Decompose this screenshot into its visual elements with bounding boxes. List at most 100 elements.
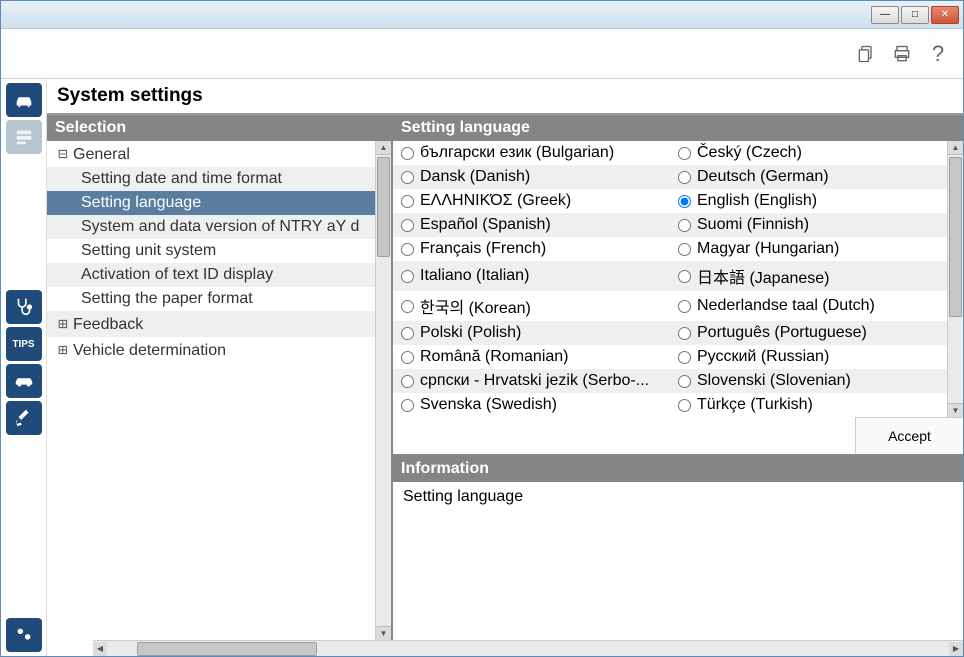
language-radio[interactable]	[678, 300, 691, 313]
tree-item[interactable]: Setting unit system	[47, 239, 375, 263]
language-label: Nederlandse taal (Dutch)	[697, 297, 875, 315]
top-toolbar: ?	[1, 29, 963, 79]
language-option[interactable]: 日本語 (Japanese)	[670, 261, 947, 291]
language-radio[interactable]	[678, 270, 691, 283]
language-label: Français (French)	[420, 240, 546, 258]
tree-item[interactable]: Setting date and time format	[47, 167, 375, 191]
language-label: Slovenski (Slovenian)	[697, 372, 851, 390]
accept-bar: Accept	[393, 417, 963, 456]
language-label: Dansk (Danish)	[420, 168, 530, 186]
language-radio[interactable]	[401, 270, 414, 283]
language-label: Suomi (Finnish)	[697, 216, 809, 234]
language-option[interactable]: Magyar (Hungarian)	[670, 237, 947, 261]
language-option[interactable]: Suomi (Finnish)	[670, 213, 947, 237]
language-option[interactable]: ΕΛΛΗΝΙΚΌΣ (Greek)	[393, 189, 670, 213]
titlebar: — □ ✕	[1, 1, 963, 29]
language-grid: български език (Bulgarian) Český (Czech) D…	[393, 141, 947, 417]
language-option[interactable]: Español (Spanish)	[393, 213, 670, 237]
language-option[interactable]: Português (Portuguese)	[670, 321, 947, 345]
language-radio[interactable]	[401, 351, 414, 364]
horizontal-scrollbar[interactable]: ◀ ▶	[93, 640, 963, 656]
language-label: Magyar (Hungarian)	[697, 240, 839, 258]
language-radio[interactable]	[401, 171, 414, 184]
app-window: — □ ✕ ? TIPS	[0, 0, 964, 657]
language-radio[interactable]	[678, 171, 691, 184]
tools-icon[interactable]	[6, 401, 42, 435]
language-radio[interactable]	[678, 399, 691, 412]
diagnostics-icon[interactable]	[6, 290, 42, 324]
language-option[interactable]: Polski (Polish)	[393, 321, 670, 345]
tips-icon[interactable]: TIPS	[6, 327, 42, 361]
information-header: Information	[393, 456, 963, 482]
settings-icon[interactable]	[6, 618, 42, 652]
language-radio[interactable]	[401, 219, 414, 232]
body: TIPS System settings Selection ⊟GeneralS…	[1, 79, 963, 656]
language-option[interactable]: српски - Hrvatski jezik (Serbo-...	[393, 369, 670, 393]
language-label: Svenska (Swedish)	[420, 396, 557, 414]
language-option[interactable]: Dansk (Danish)	[393, 165, 670, 189]
tree-item[interactable]: System and data version of NTRY aY d	[47, 215, 375, 239]
language-label: Český (Czech)	[697, 144, 802, 162]
language-option[interactable]: 한국의 (Korean)	[393, 291, 670, 321]
selection-tree: ⊟GeneralSetting date and time formatSett…	[47, 141, 375, 640]
language-option[interactable]: Český (Czech)	[670, 141, 947, 165]
language-radio[interactable]	[678, 327, 691, 340]
close-button[interactable]: ✕	[931, 6, 959, 24]
language-option[interactable]: Nederlandse taal (Dutch)	[670, 291, 947, 321]
language-radio[interactable]	[678, 243, 691, 256]
tree-scrollbar[interactable]: ▲ ▼	[375, 141, 391, 640]
main: System settings Selection ⊟GeneralSettin…	[47, 79, 963, 656]
print-icon[interactable]	[891, 43, 913, 65]
language-label: Deutsch (German)	[697, 168, 829, 186]
lang-scrollbar[interactable]: ▲ ▼	[947, 141, 963, 417]
accept-button[interactable]: Accept	[855, 417, 963, 454]
tree-item[interactable]: ⊞Vehicle determination	[47, 337, 375, 363]
language-radio[interactable]	[401, 147, 414, 160]
dashboard-icon[interactable]	[6, 120, 42, 154]
language-label: Español (Spanish)	[420, 216, 551, 234]
language-label: Русский (Russian)	[697, 348, 829, 366]
language-radio[interactable]	[401, 399, 414, 412]
split-panes: Selection ⊟GeneralSetting date and time …	[47, 115, 963, 640]
language-option[interactable]: Français (French)	[393, 237, 670, 261]
language-radio[interactable]	[401, 195, 414, 208]
language-option[interactable]: Русский (Russian)	[670, 345, 947, 369]
help-icon[interactable]: ?	[927, 43, 949, 65]
vehicle-icon[interactable]	[6, 83, 42, 117]
settings-pane: Setting language български език (Bulgari…	[393, 115, 963, 640]
language-label: Türkçe (Turkish)	[697, 396, 813, 414]
vehicle-wide-icon[interactable]	[6, 364, 42, 398]
maximize-button[interactable]: □	[901, 6, 929, 24]
language-radio[interactable]	[678, 147, 691, 160]
language-radio[interactable]	[678, 375, 691, 388]
selection-pane: Selection ⊟GeneralSetting date and time …	[47, 115, 393, 640]
tree-item[interactable]: Setting the paper format	[47, 287, 375, 311]
language-radio[interactable]	[401, 375, 414, 388]
language-label: 한국의 (Korean)	[420, 294, 531, 318]
setting-header: Setting language	[393, 115, 963, 141]
copy-icon[interactable]	[855, 43, 877, 65]
language-option[interactable]: Slovenski (Slovenian)	[670, 369, 947, 393]
language-option[interactable]: Türkçe (Turkish)	[670, 393, 947, 417]
language-option[interactable]: Română (Romanian)	[393, 345, 670, 369]
language-option[interactable]: Deutsch (German)	[670, 165, 947, 189]
selection-header: Selection	[47, 115, 391, 141]
tree-item-selected[interactable]: Setting language	[47, 191, 375, 215]
language-radio[interactable]	[678, 351, 691, 364]
tree-item[interactable]: ⊞Feedback	[47, 311, 375, 337]
language-radio[interactable]	[678, 219, 691, 232]
language-radio[interactable]	[678, 195, 691, 208]
language-label: 日本語 (Japanese)	[697, 264, 830, 288]
language-radio[interactable]	[401, 327, 414, 340]
language-option[interactable]: български език (Bulgarian)	[393, 141, 670, 165]
tree-item[interactable]: Activation of text ID display	[47, 263, 375, 287]
page-title: System settings	[47, 79, 963, 115]
language-option[interactable]: English (English)	[670, 189, 947, 213]
minimize-button[interactable]: —	[871, 6, 899, 24]
language-radio[interactable]	[401, 243, 414, 256]
language-label: Italiano (Italian)	[420, 267, 529, 285]
tree-item[interactable]: ⊟General	[47, 141, 375, 167]
language-option[interactable]: Svenska (Swedish)	[393, 393, 670, 417]
language-radio[interactable]	[401, 300, 414, 313]
language-option[interactable]: Italiano (Italian)	[393, 261, 670, 291]
